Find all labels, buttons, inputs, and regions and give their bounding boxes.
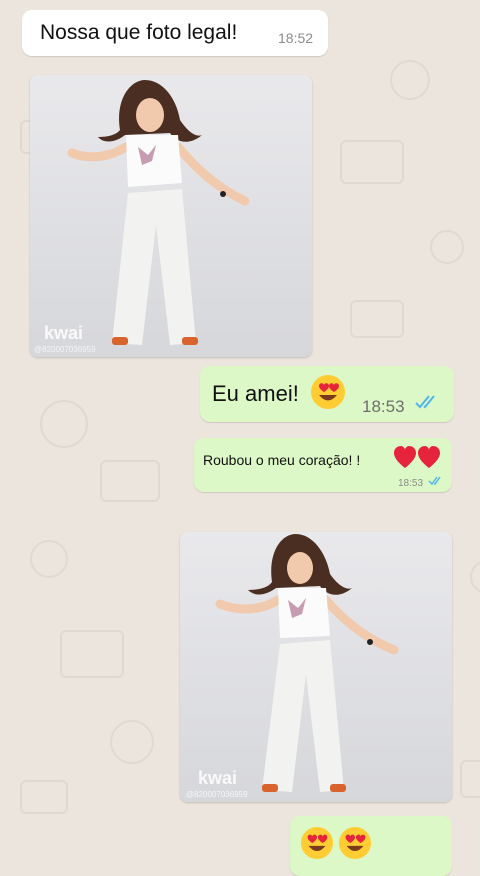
message-time: 18:52 <box>278 30 314 46</box>
heart-eyes-emoji <box>311 375 345 409</box>
message-time: 18:53 <box>398 478 424 489</box>
photo-girl-dancing <box>180 532 452 802</box>
kwai-watermark-id: @820007036959 <box>34 345 96 354</box>
outgoing-message-bubble[interactable]: Eu amei! 18:53 <box>200 366 454 422</box>
kwai-watermark-id: @820007036959 <box>186 790 248 799</box>
outgoing-photo[interactable]: kwai @820007036959 <box>180 532 452 802</box>
heart-eyes-emoji <box>300 826 334 860</box>
read-receipt-icon <box>428 476 441 486</box>
heart-eyes-emoji <box>338 826 372 860</box>
photo-girl-dancing <box>30 75 312 357</box>
message-text: Roubou o meu coração! ! <box>203 452 361 468</box>
read-receipt-icon <box>415 395 435 409</box>
message-text: Nossa que foto legal! <box>40 21 238 44</box>
kwai-watermark: kwai <box>198 768 238 788</box>
outgoing-message-bubble[interactable]: Roubou o meu coração! ! 18:53 <box>194 438 452 492</box>
incoming-photo[interactable]: kwai @820007036959 <box>30 75 312 357</box>
message-time: 18:53 <box>362 397 405 416</box>
incoming-message-bubble[interactable]: Nossa que foto legal! 18:52 <box>22 10 328 56</box>
outgoing-emoji-bubble[interactable] <box>290 816 452 876</box>
message-text: Eu amei! <box>212 381 299 406</box>
kwai-watermark: kwai <box>44 323 84 343</box>
red-heart-emoji <box>394 446 440 468</box>
